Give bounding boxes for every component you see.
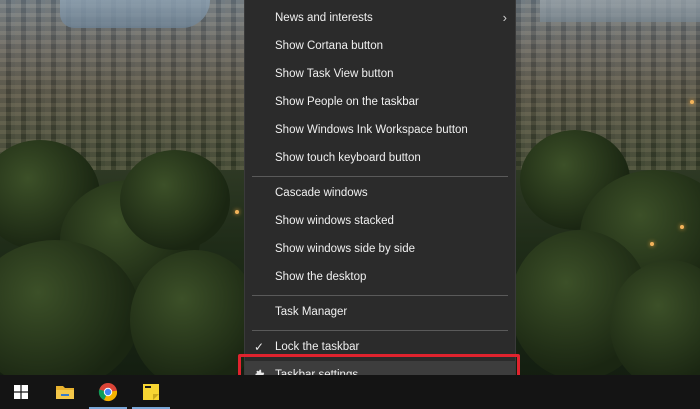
menu-item-task-manager[interactable]: Task Manager — [245, 298, 515, 326]
harbor-water — [60, 0, 210, 28]
menu-item-label: Show windows side by side — [275, 243, 415, 255]
menu-item-show-windows-stacked[interactable]: Show windows stacked — [245, 207, 515, 235]
city-light — [235, 210, 239, 214]
file-explorer-icon — [56, 386, 74, 399]
start-button[interactable] — [0, 375, 42, 409]
menu-item-label: News and interests — [275, 12, 373, 24]
sticky-notes-button[interactable] — [130, 375, 172, 409]
tree — [120, 150, 230, 250]
taskbar[interactable] — [0, 375, 700, 409]
menu-item-label: Show Task View button — [275, 68, 394, 80]
file-explorer-button[interactable] — [44, 375, 86, 409]
menu-item-show-people[interactable]: Show People on the taskbar — [245, 88, 515, 116]
menu-item-label: Show the desktop — [275, 271, 367, 283]
city-light — [650, 242, 654, 246]
menu-separator — [252, 330, 508, 331]
menu-item-show-windows-ink[interactable]: Show Windows Ink Workspace button — [245, 116, 515, 144]
menu-separator — [252, 295, 508, 296]
menu-item-news-and-interests[interactable]: News and interests › — [245, 4, 515, 32]
menu-item-show-windows-side-by-side[interactable]: Show windows side by side — [245, 235, 515, 263]
menu-item-show-task-view-button[interactable]: Show Task View button — [245, 60, 515, 88]
menu-item-label: Show Windows Ink Workspace button — [275, 124, 468, 136]
city-light — [680, 225, 684, 229]
taskbar-context-menu: News and interests › Show Cortana button… — [244, 0, 516, 389]
sea-water — [540, 0, 700, 22]
menu-item-label: Show Cortana button — [275, 40, 384, 52]
menu-separator — [252, 176, 508, 177]
chrome-icon — [98, 383, 118, 402]
chrome-button[interactable] — [87, 375, 129, 409]
menu-item-show-the-desktop[interactable]: Show the desktop — [245, 263, 515, 291]
menu-item-show-touch-keyboard[interactable]: Show touch keyboard button — [245, 144, 515, 172]
menu-item-label: Cascade windows — [275, 187, 368, 199]
menu-item-label: Task Manager — [275, 306, 348, 318]
menu-item-label: Show touch keyboard button — [275, 152, 421, 164]
city-light — [690, 100, 694, 104]
menu-item-label: Lock the taskbar — [275, 341, 360, 353]
chevron-right-icon: › — [502, 10, 507, 25]
menu-item-cascade-windows[interactable]: Cascade windows — [245, 179, 515, 207]
menu-item-label: Show windows stacked — [275, 215, 394, 227]
windows-start-icon — [14, 385, 28, 399]
menu-item-show-cortana-button[interactable]: Show Cortana button — [245, 32, 515, 60]
sticky-notes-icon — [143, 384, 159, 400]
menu-item-label: Show People on the taskbar — [275, 96, 419, 108]
